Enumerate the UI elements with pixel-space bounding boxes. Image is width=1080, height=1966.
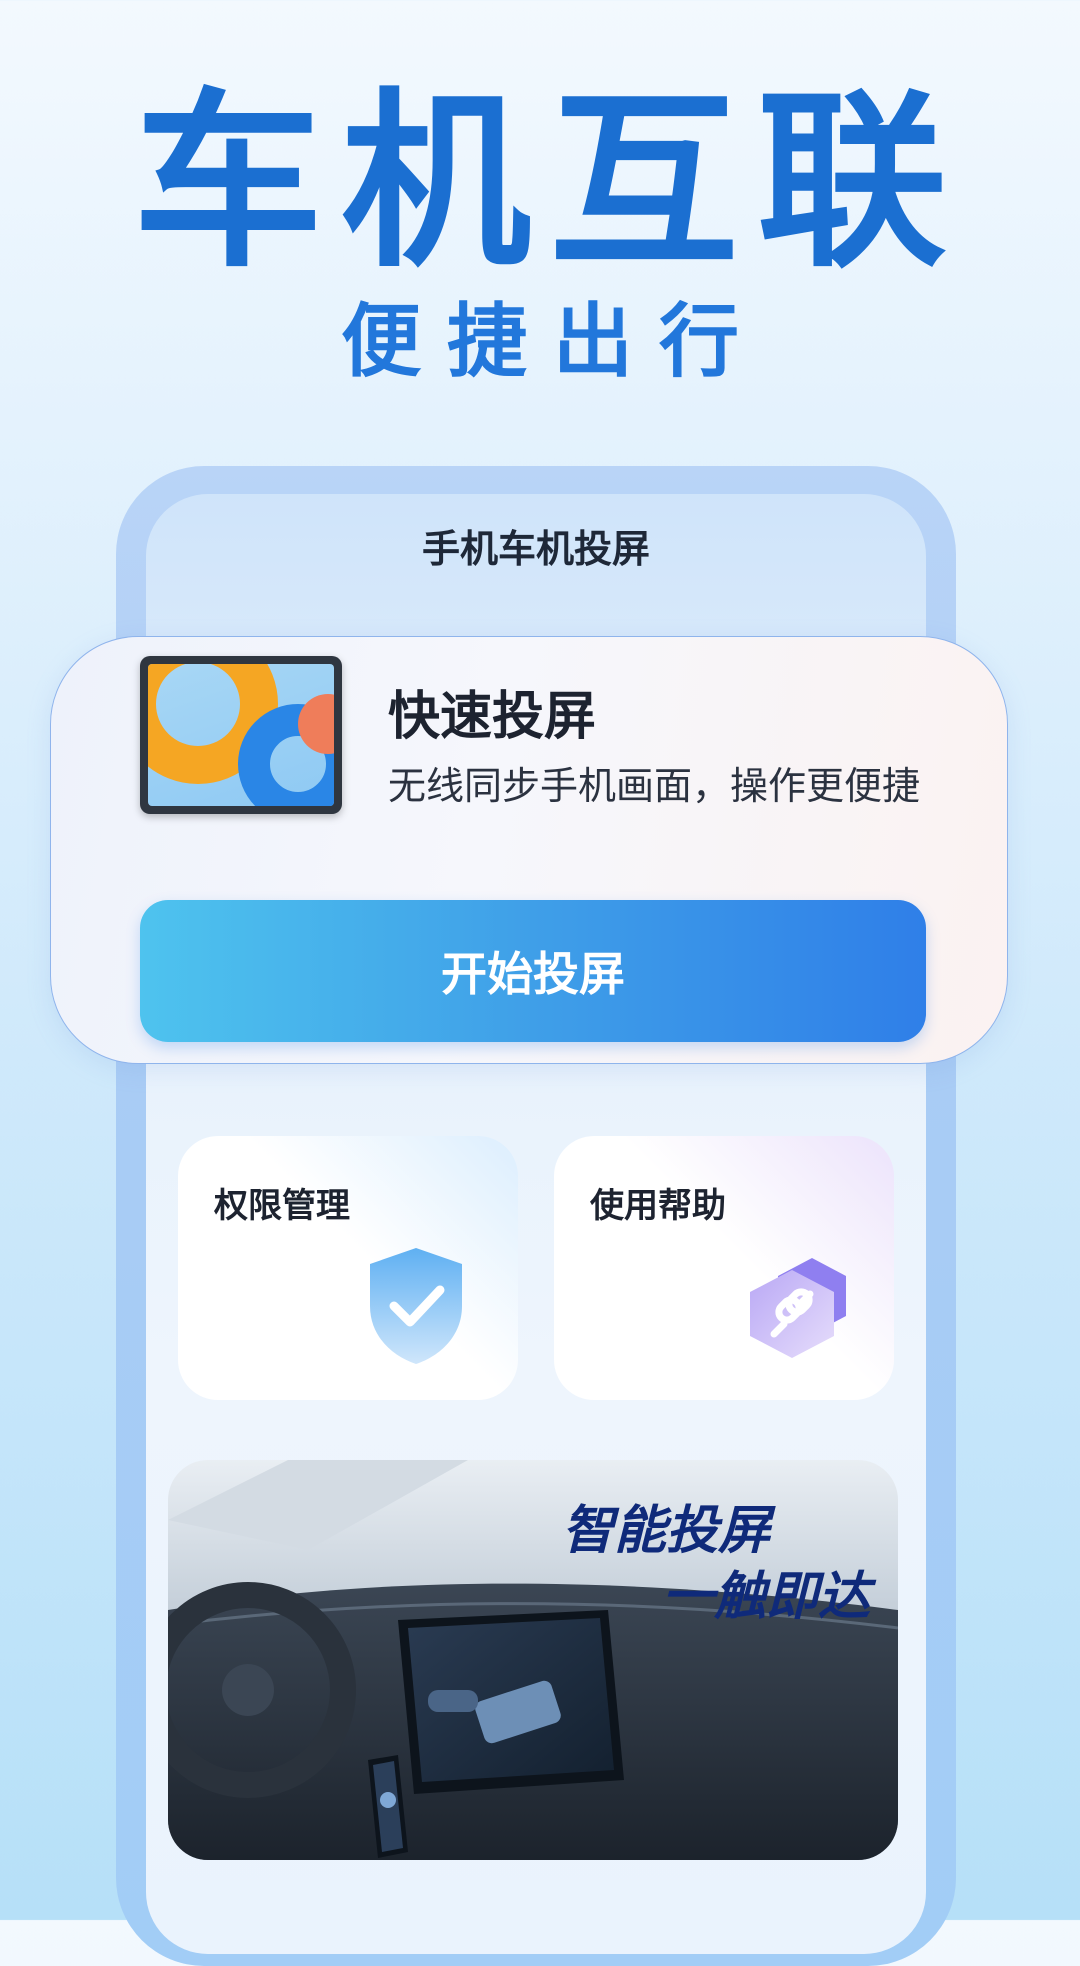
car-interior-image (168, 1460, 898, 1860)
screen-title: 手机车机投屏 (421, 527, 650, 571)
banner-headline: 智能投屏 (561, 1501, 770, 1561)
banner-tagline: 一触即达 (661, 1567, 870, 1627)
permission-management-tile[interactable]: 权限管理 (178, 1136, 518, 1400)
shield-check-icon (370, 1248, 462, 1364)
tablet-icon (140, 656, 342, 814)
link-icon (750, 1258, 846, 1358)
quick-cast-description: 无线同步手机画面，操作更便捷 (388, 764, 921, 808)
hero-subtitle: 便捷出行 (341, 295, 765, 388)
promo-banner[interactable]: 智能投屏 一触即达 (168, 1460, 898, 1860)
quick-cast-title: 快速投屏 (388, 687, 597, 747)
usage-help-label: 使用帮助 (590, 1186, 726, 1226)
usage-help-tile[interactable]: 使用帮助 (554, 1136, 894, 1400)
hero-title: 车机互联 (132, 72, 965, 293)
start-casting-button[interactable]: 开始投屏 (140, 900, 926, 1042)
permission-management-label: 权限管理 (214, 1186, 350, 1226)
